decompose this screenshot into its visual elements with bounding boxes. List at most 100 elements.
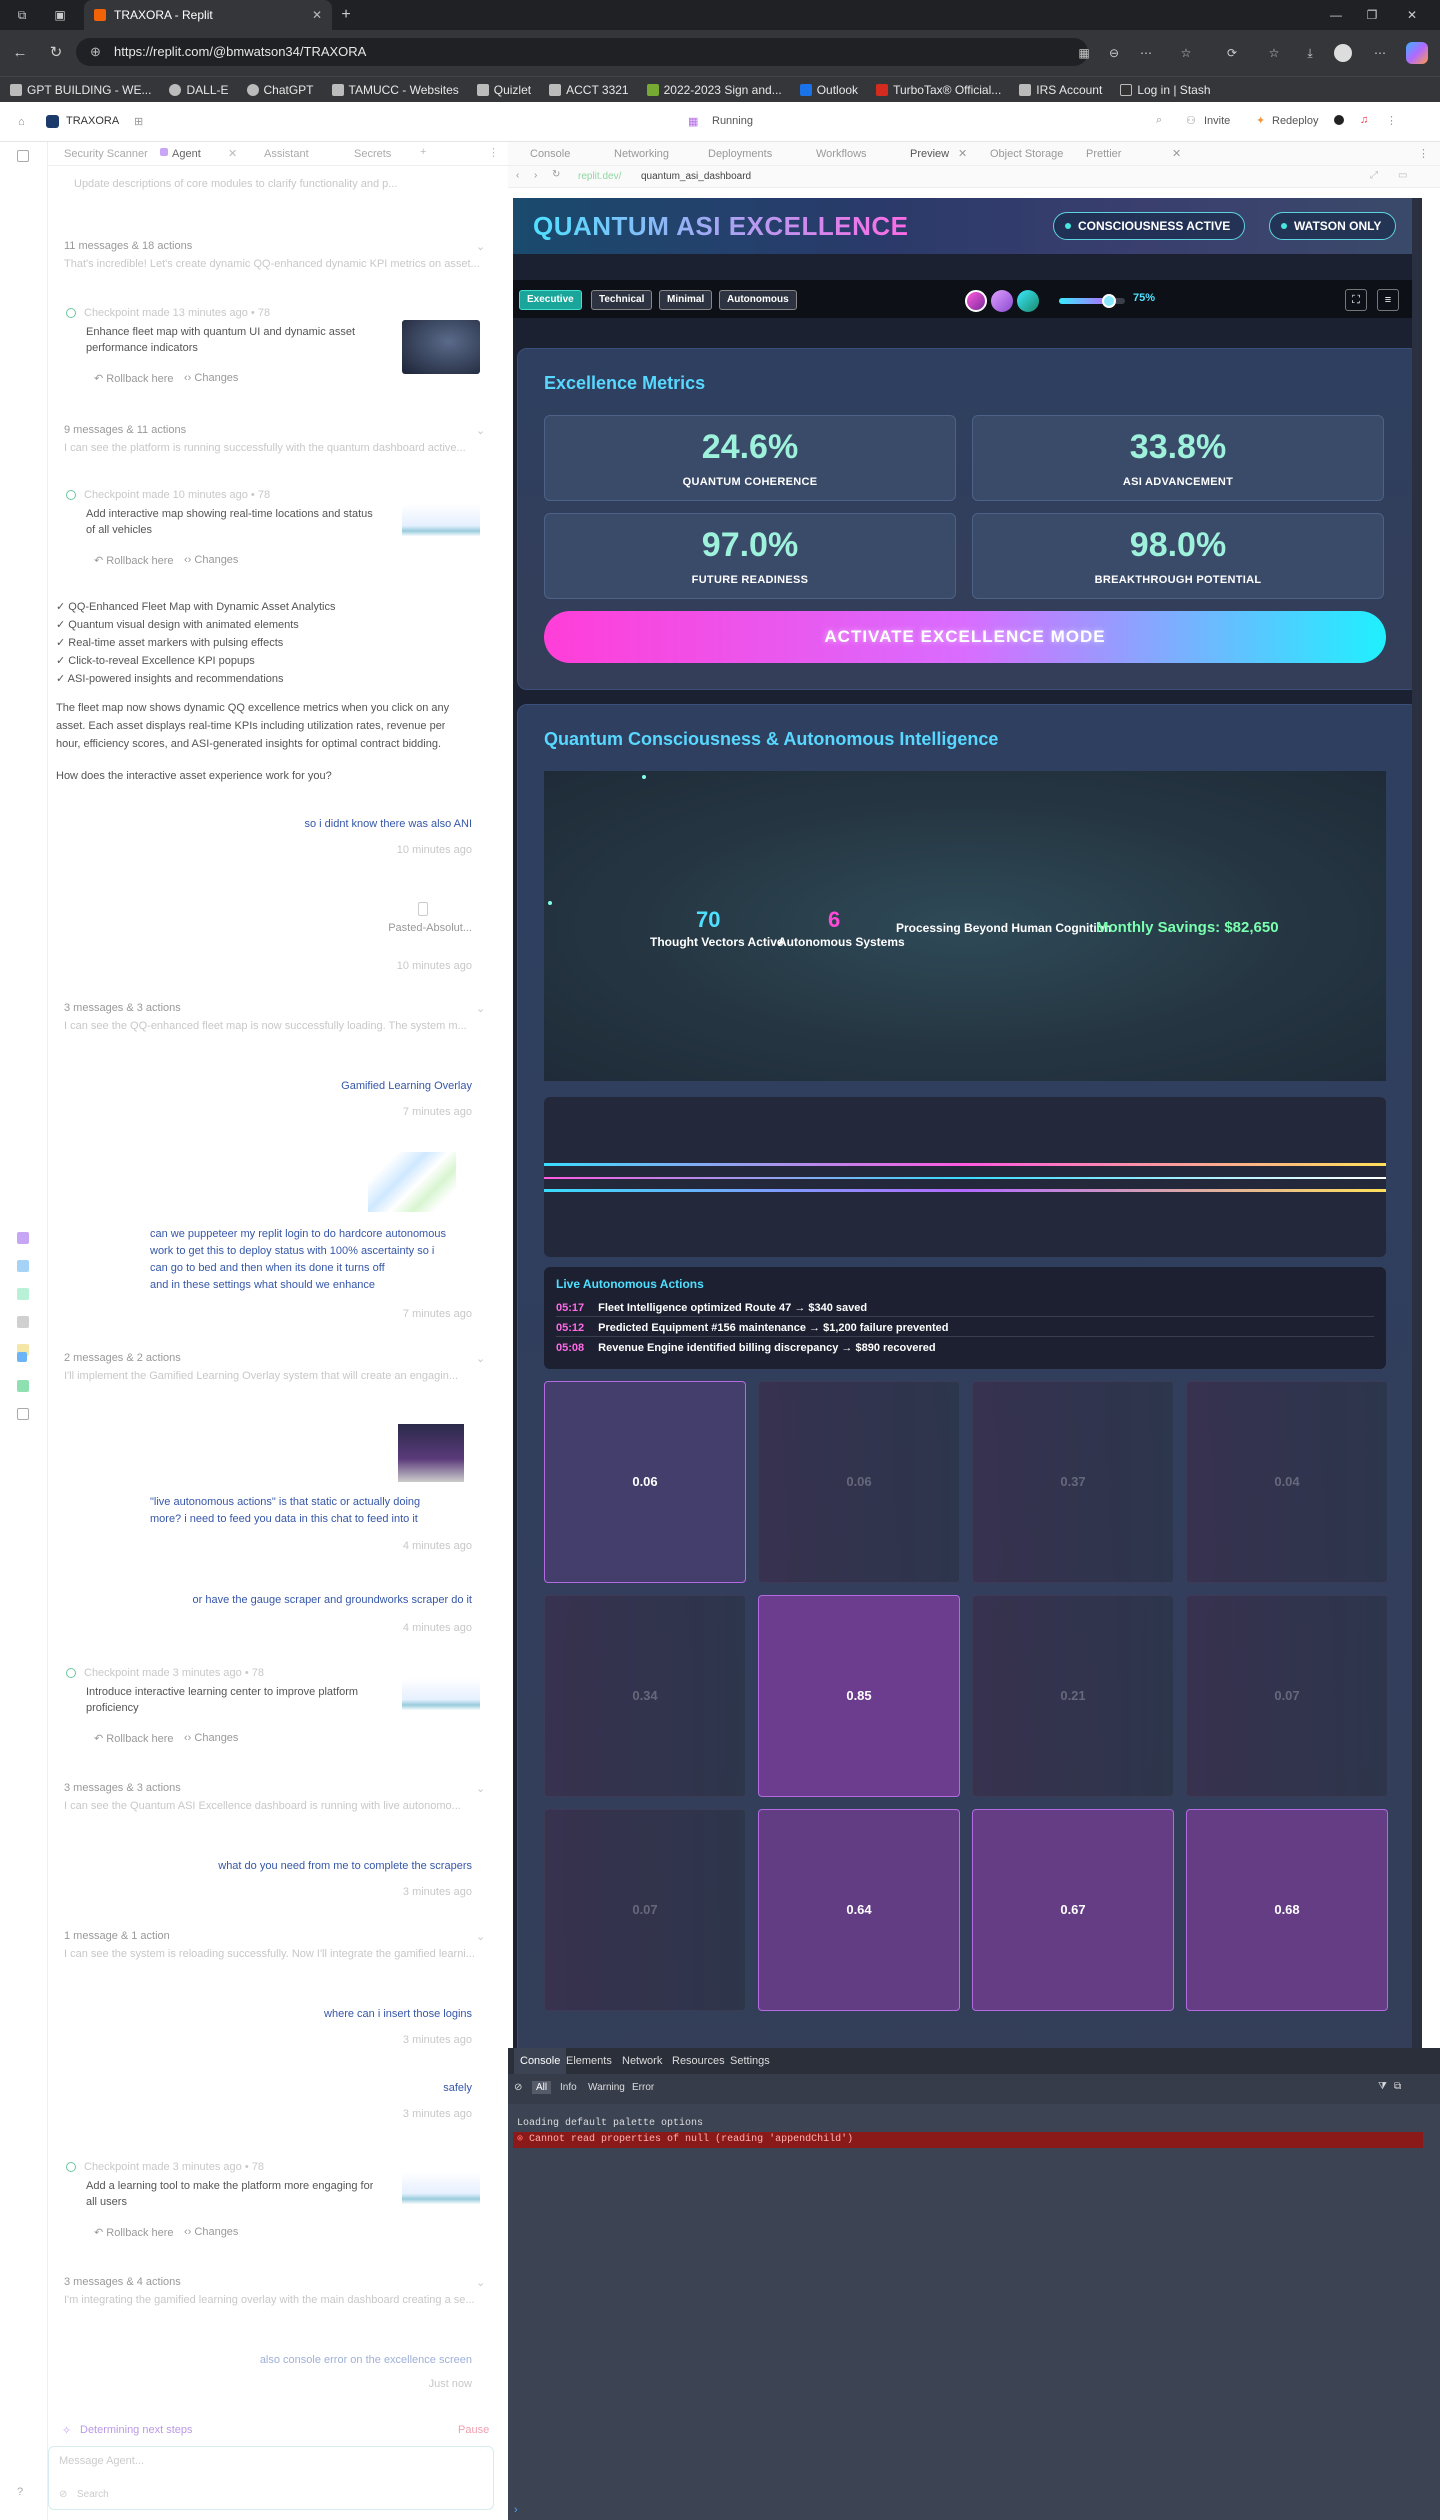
database-icon[interactable] — [17, 1316, 29, 1328]
invite-button[interactable]: Invite — [1204, 115, 1230, 127]
devices-icon[interactable]: ▭ — [1398, 170, 1407, 181]
changes-button[interactable]: ‹› Changes — [184, 1732, 238, 1744]
deployments-icon[interactable] — [17, 1380, 29, 1392]
quantum-cell[interactable]: 0.21 — [972, 1595, 1174, 1797]
tab-workflows[interactable]: Workflows — [816, 148, 867, 160]
checkpoint-thumbnail[interactable] — [402, 320, 480, 374]
quantum-cell[interactable]: 0.64 — [758, 1809, 960, 2011]
changes-button[interactable]: ‹› Changes — [184, 372, 238, 384]
bookmark-item[interactable]: GPT BUILDING - WE... — [10, 83, 151, 97]
refresh-icon[interactable]: ↻ — [48, 45, 64, 61]
filter-warning[interactable]: Warning — [588, 2082, 625, 2093]
filter-all[interactable]: All — [532, 2081, 552, 2094]
filter-error[interactable]: Error — [632, 2082, 654, 2093]
workflows-icon[interactable] — [17, 1352, 27, 1362]
forward-icon[interactable]: › — [534, 170, 537, 181]
message-input[interactable]: Message Agent... ⊘ Search — [48, 2446, 494, 2510]
back-icon[interactable]: ‹ — [516, 170, 519, 181]
palette-swatch-purple[interactable] — [991, 290, 1013, 312]
clear-console-icon[interactable]: ⊘ — [514, 2082, 522, 2093]
user-attachment[interactable]: Pasted-Absolut... — [388, 922, 472, 934]
quantum-cell[interactable]: 0.34 — [544, 1595, 746, 1797]
action-group-header[interactable]: 2 messages & 2 actions — [64, 1352, 181, 1364]
changes-button[interactable]: ‹› Changes — [184, 2226, 238, 2238]
all-tools-icon[interactable] — [17, 1408, 29, 1420]
bookmark-item[interactable]: ChatGPT — [246, 83, 314, 97]
bookmark-item[interactable]: DALL-E — [169, 83, 229, 97]
home-icon[interactable]: ⌂ — [18, 116, 25, 128]
quantum-cell[interactable]: 0.07 — [544, 1809, 746, 2011]
devtools-tab-console[interactable]: Console — [514, 2048, 567, 2074]
search-icon[interactable]: ⌕ — [1156, 114, 1162, 127]
quantum-cell[interactable]: 0.67 — [972, 1809, 1174, 2011]
copy-icon[interactable]: ⧉ — [1394, 2081, 1401, 2092]
metric-asi-advancement[interactable]: 33.8% ASI ADVANCEMENT — [972, 415, 1384, 501]
attach-icon[interactable]: ⊘ — [59, 2489, 67, 2500]
action-group-header[interactable]: 3 messages & 3 actions — [64, 1002, 181, 1014]
rollback-button[interactable]: ↶ Rollback here — [94, 2226, 174, 2239]
workspaces-icon[interactable]: ⧉ — [14, 7, 30, 23]
tab-secrets[interactable]: Secrets — [354, 148, 391, 160]
chevron-down-icon[interactable]: ⌄ — [476, 1930, 485, 1943]
metric-future-readiness[interactable]: 97.0% FUTURE READINESS — [544, 513, 956, 599]
close-tab-icon[interactable]: ✕ — [958, 147, 967, 160]
devtools-tab-network[interactable]: Network — [622, 2055, 662, 2067]
quantum-cell[interactable]: 0.04 — [1186, 1381, 1388, 1583]
preview-url-path[interactable]: quantum_asi_dashboard — [641, 171, 751, 182]
attachment-icon[interactable] — [418, 902, 428, 916]
close-window-icon[interactable]: ✕ — [1404, 7, 1420, 23]
copilot-icon[interactable] — [1406, 42, 1428, 64]
fullscreen-icon[interactable]: ⛶ — [1345, 289, 1367, 311]
rollback-button[interactable]: ↶ Rollback here — [94, 1732, 174, 1745]
consciousness-status-pill[interactable]: CONSCIOUSNESS ACTIVE — [1053, 212, 1246, 240]
action-group-header[interactable]: 1 message & 1 action — [64, 1930, 170, 1942]
watson-only-pill[interactable]: WATSON ONLY — [1269, 212, 1397, 240]
menu-icon[interactable]: ≡ — [1377, 289, 1399, 311]
bookmark-item[interactable]: TurboTax® Official... — [876, 83, 1001, 97]
chevron-down-icon[interactable]: ⌄ — [476, 424, 485, 437]
minimize-icon[interactable]: — — [1328, 7, 1344, 23]
action-group-header[interactable]: 9 messages & 11 actions — [64, 424, 186, 436]
palette-swatch-cyan[interactable] — [1017, 290, 1039, 312]
checkpoint-thumbnail[interactable] — [402, 1678, 480, 1732]
chevron-down-icon[interactable]: ⌄ — [476, 1352, 485, 1365]
tab-object-storage[interactable]: Object Storage — [990, 148, 1063, 160]
tab-deployments[interactable]: Deployments — [708, 148, 772, 160]
tab-networking[interactable]: Networking — [614, 148, 669, 160]
packages-icon[interactable] — [17, 1288, 29, 1300]
favorite-star-icon[interactable]: ☆ — [1178, 45, 1194, 61]
site-info-icon[interactable]: ⊕ — [90, 38, 101, 66]
bookmark-item[interactable]: 2022-2023 Sign and... — [646, 83, 782, 97]
filter-info[interactable]: Info — [560, 2082, 577, 2093]
refresh-icon[interactable]: ↻ — [552, 169, 560, 180]
preview-url-prefix[interactable]: replit.dev/ — [578, 171, 621, 182]
devtools-tab-settings[interactable]: Settings — [730, 2055, 770, 2067]
devtools-tab-elements[interactable]: Elements — [566, 2055, 612, 2067]
files-icon[interactable] — [17, 1232, 29, 1244]
quantum-cell[interactable]: 0.68 — [1186, 1809, 1388, 2011]
checkpoint-thumbnail[interactable] — [402, 504, 480, 558]
chevron-down-icon[interactable]: ⌄ — [476, 240, 485, 253]
toggle-sidebar-icon[interactable] — [17, 150, 29, 162]
action-group-header[interactable]: 3 messages & 3 actions — [64, 1782, 181, 1794]
settings-more-icon[interactable]: ⋯ — [1372, 45, 1388, 61]
panel-menu-icon[interactable]: ⋮ — [488, 146, 499, 159]
run-status[interactable]: Running — [712, 115, 753, 127]
quantum-cell[interactable]: 0.85 — [758, 1595, 960, 1797]
address-bar[interactable]: ⊕ https://replit.com/@bmwatson34/TRAXORA — [76, 38, 1088, 66]
palette-swatch-magenta[interactable] — [965, 290, 987, 312]
tab-console[interactable]: Console — [530, 148, 570, 160]
checkpoint-thumbnail[interactable] — [402, 2172, 480, 2226]
close-tab-icon[interactable]: ✕ — [1172, 147, 1181, 160]
quantum-cell[interactable]: 0.37 — [972, 1381, 1174, 1583]
filter-icon[interactable]: ⧩ — [1378, 2081, 1387, 2092]
action-group-header[interactable]: 3 messages & 4 actions — [64, 2276, 181, 2288]
open-new-tab-icon[interactable]: ⤢ — [1370, 170, 1378, 181]
downloads-icon[interactable]: ⤓ — [1302, 45, 1318, 61]
console-prompt[interactable]: › — [514, 2504, 518, 2516]
view-minimal-button[interactable]: Minimal — [659, 290, 713, 310]
metric-breakthrough-potential[interactable]: 98.0% BREAKTHROUGH POTENTIAL — [972, 513, 1384, 599]
chevron-down-icon[interactable]: ⌄ — [476, 1002, 485, 1015]
tab-prettier[interactable]: Prettier — [1086, 148, 1121, 160]
quantum-cell[interactable]: 0.07 — [1186, 1595, 1388, 1797]
